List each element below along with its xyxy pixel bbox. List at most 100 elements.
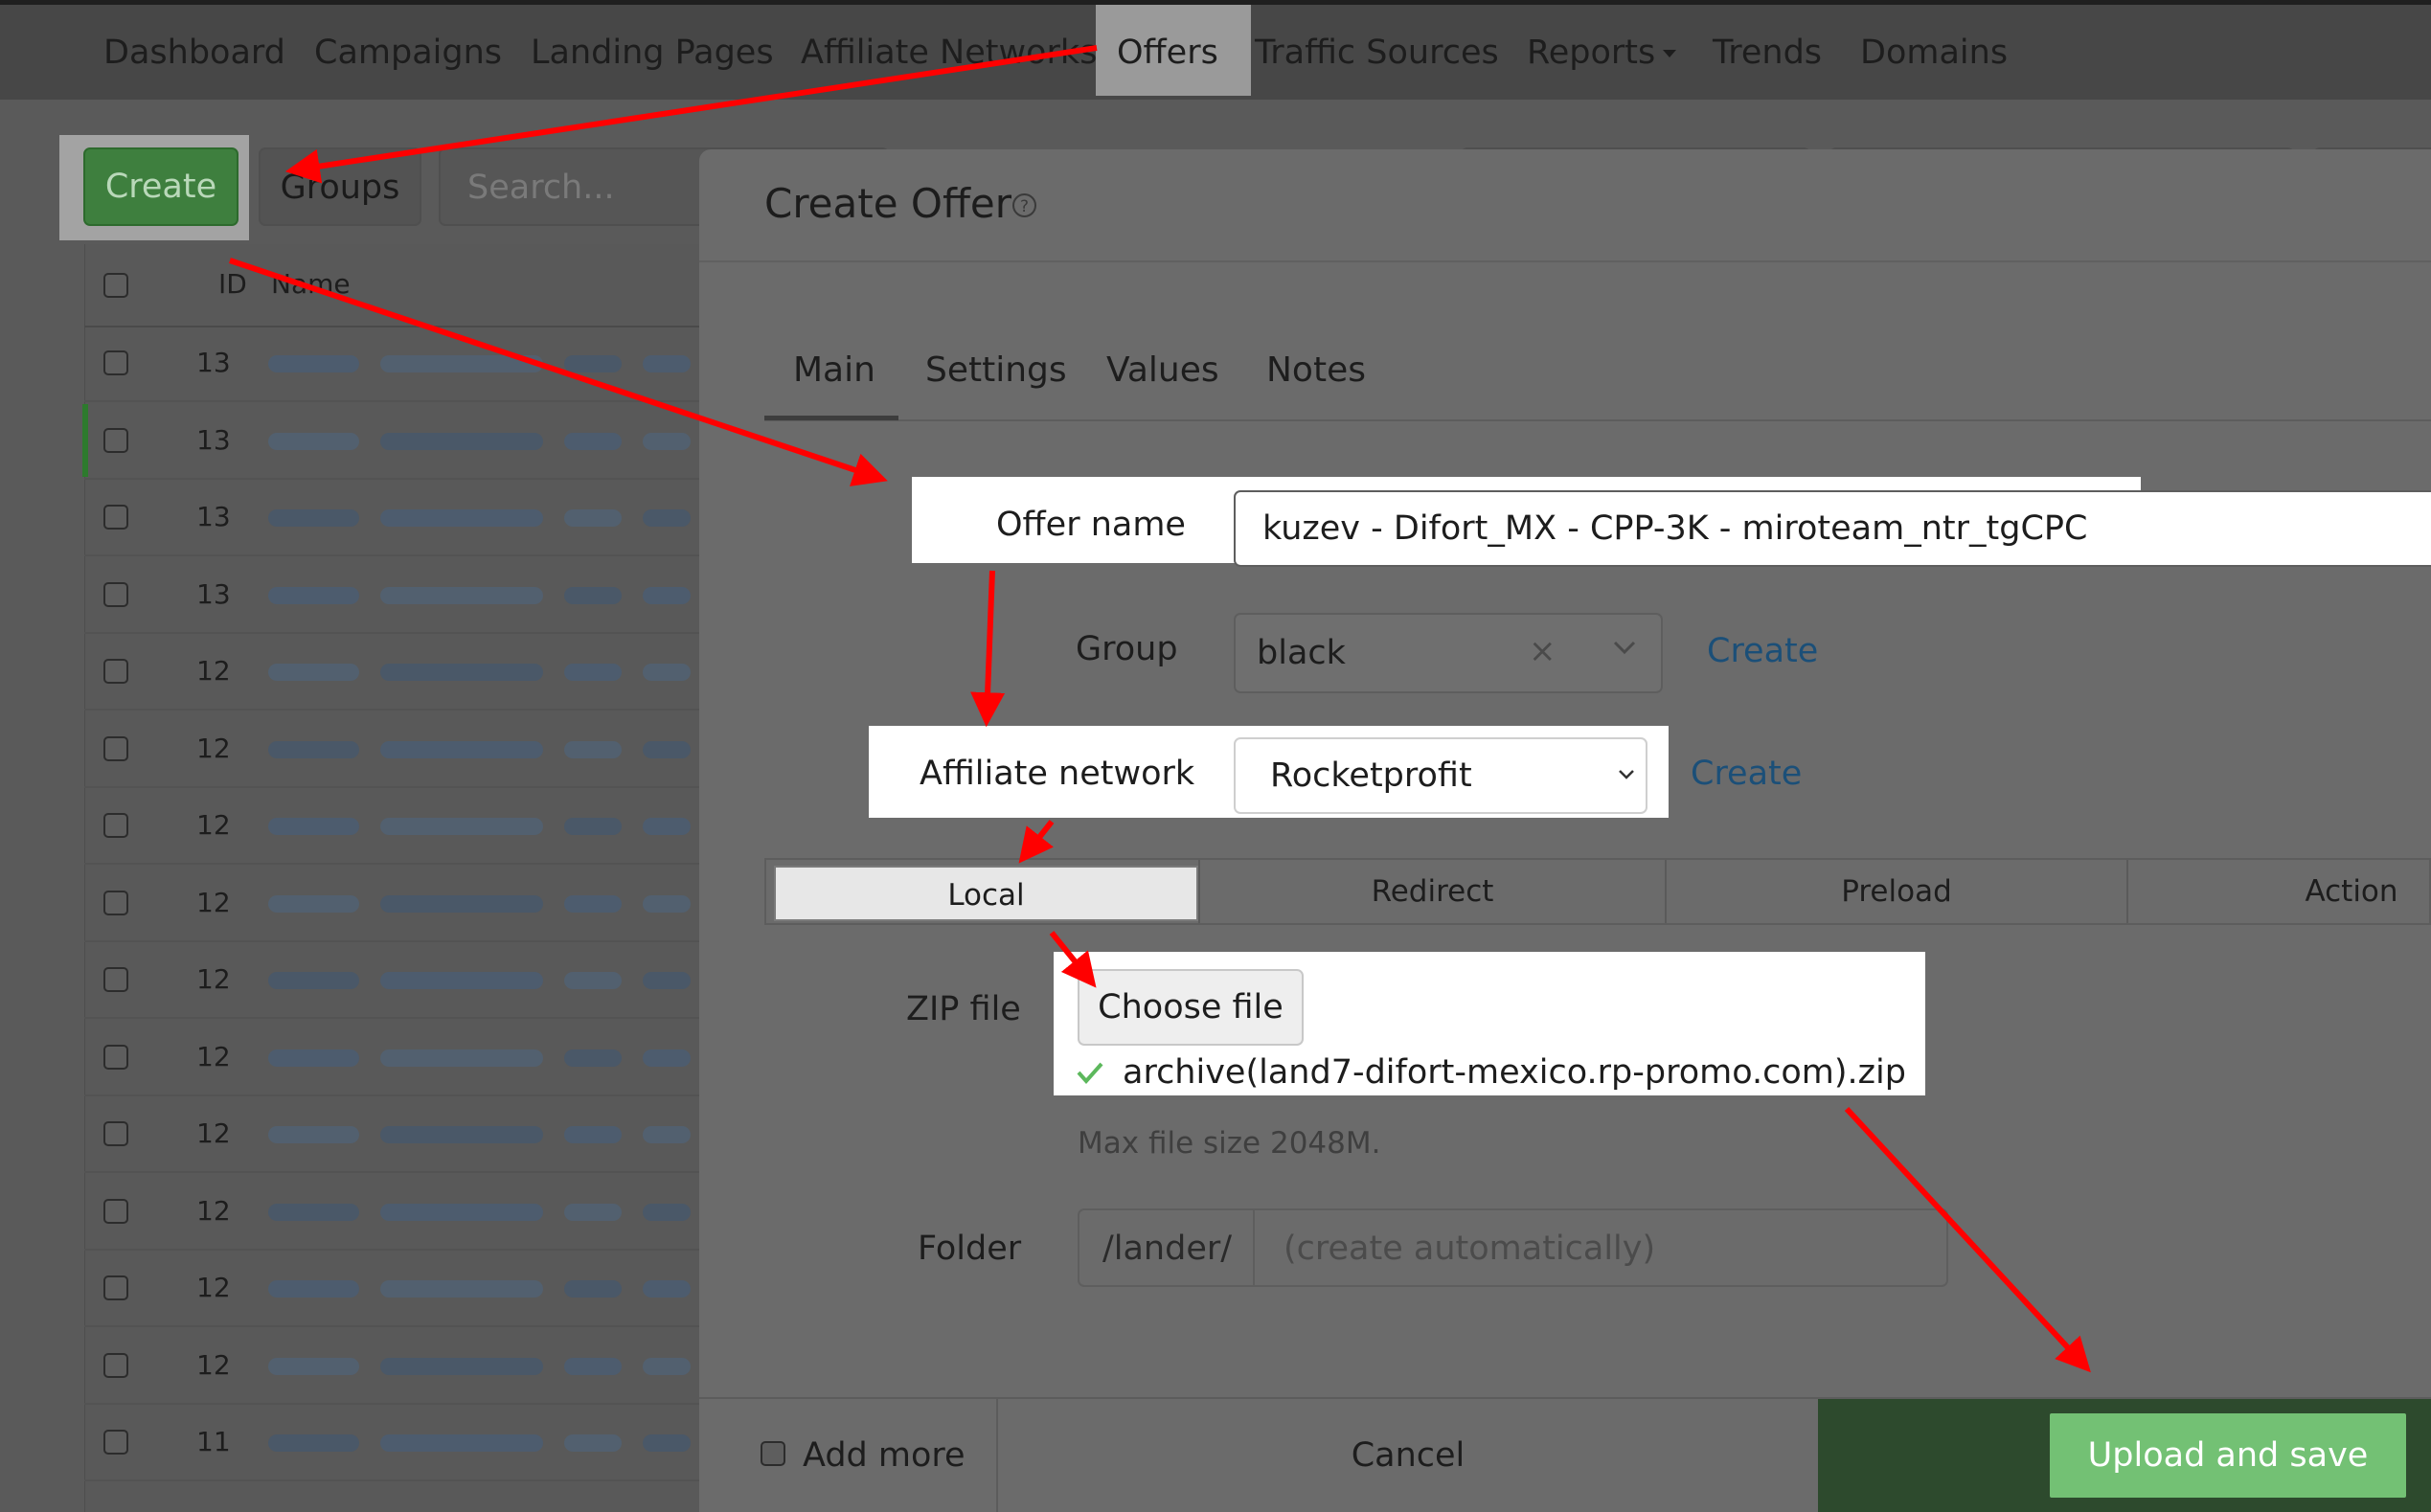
- blurred-offer-name: [268, 1204, 359, 1221]
- blurred-offer-name: [643, 509, 691, 527]
- tab-main[interactable]: Main: [793, 350, 875, 390]
- row-divider: [84, 400, 716, 402]
- nav-domains[interactable]: Domains: [1860, 5, 2008, 96]
- cancel-button[interactable]: Cancel: [998, 1399, 1818, 1512]
- max-file-size-hint: Max file size 2048M.: [1078, 1126, 1381, 1161]
- blurred-offer-name: [564, 972, 622, 989]
- row-checkbox[interactable]: [103, 428, 128, 453]
- blurred-offer-name: [268, 433, 359, 450]
- blurred-offer-name: [643, 972, 691, 989]
- row-checkbox[interactable]: [103, 1045, 128, 1070]
- row-checkbox[interactable]: [103, 1430, 128, 1455]
- blurred-offer-name: [268, 1280, 359, 1298]
- group-select[interactable]: black: [1234, 613, 1663, 693]
- question-circle-icon[interactable]: ?: [1012, 193, 1036, 217]
- blurred-offer-name: [564, 895, 622, 913]
- row-id: 12: [196, 1195, 231, 1227]
- blurred-offer-name: [380, 355, 543, 372]
- row-id: 12: [196, 1041, 231, 1072]
- offer-name-input[interactable]: kuzev - Difort_MX - CPP-3K - miroteam_nt…: [1234, 490, 2431, 567]
- nav-reports[interactable]: Reports: [1527, 5, 1677, 96]
- row-checkbox[interactable]: [103, 350, 128, 375]
- blurred-offer-name: [380, 1049, 543, 1067]
- chevron-down-icon[interactable]: [1611, 634, 1638, 661]
- nav-reports-label: Reports: [1527, 34, 1656, 72]
- clear-icon[interactable]: ×: [1529, 632, 1556, 670]
- row-id: 13: [196, 501, 231, 532]
- row-checkbox[interactable]: [103, 813, 128, 838]
- nav-offers[interactable]: Offers: [1096, 5, 1251, 96]
- nav-dashboard[interactable]: Dashboard: [103, 5, 285, 96]
- group-create-link[interactable]: Create: [1707, 632, 1818, 670]
- add-more-checkbox[interactable]: [761, 1441, 785, 1466]
- row-id: 12: [196, 809, 231, 841]
- blurred-offer-name: [380, 1280, 543, 1298]
- affiliate-network-select[interactable]: Rocketprofit: [1234, 737, 1647, 814]
- row-id: 12: [196, 887, 231, 918]
- blurred-offer-name: [380, 741, 543, 758]
- choose-file-button[interactable]: Choose file: [1078, 969, 1304, 1046]
- blurred-offer-name: [268, 741, 359, 758]
- folder-input[interactable]: (create automatically): [1253, 1208, 1948, 1287]
- tab-values[interactable]: Values: [1106, 350, 1219, 390]
- type-tab-action[interactable]: Action: [2128, 858, 2431, 925]
- blurred-offer-name: [268, 664, 359, 681]
- blurred-offer-name: [380, 433, 543, 450]
- type-tab-preload[interactable]: Preload: [1667, 858, 2126, 925]
- blurred-offer-name: [643, 1280, 691, 1298]
- row-id: 12: [196, 1117, 231, 1149]
- row-checkbox[interactable]: [103, 582, 128, 607]
- blurred-offer-name: [380, 1434, 543, 1452]
- select-chevron-icon: [1617, 764, 1636, 783]
- nav-traffic-sources[interactable]: Traffic Sources: [1255, 5, 1499, 96]
- blurred-offer-name: [564, 664, 622, 681]
- blurred-offer-name: [380, 818, 543, 835]
- row-id: 12: [196, 655, 231, 687]
- row-checkbox[interactable]: [103, 736, 128, 761]
- affiliate-network-value: Rocketprofit: [1270, 756, 1472, 795]
- row-divider: [84, 1325, 716, 1327]
- row-checkbox[interactable]: [103, 505, 128, 530]
- nav-affiliate-networks[interactable]: Affiliate Networks: [801, 5, 1097, 96]
- create-offer-button[interactable]: Create: [83, 147, 239, 226]
- nav-landing-pages[interactable]: Landing Pages: [531, 5, 774, 96]
- tabs-divider: [764, 419, 2431, 421]
- nav-campaigns[interactable]: Campaigns: [314, 5, 502, 96]
- upload-and-save-button[interactable]: Upload and save: [2050, 1413, 2406, 1498]
- row-divider: [84, 1017, 716, 1019]
- blurred-offer-name: [564, 1049, 622, 1067]
- blurred-offer-name: [564, 433, 622, 450]
- blurred-offer-name: [564, 1358, 622, 1375]
- checkmark-icon: [1075, 1057, 1105, 1088]
- add-more-label[interactable]: Add more: [803, 1436, 966, 1475]
- row-checkbox[interactable]: [103, 1121, 128, 1146]
- blurred-offer-name: [268, 818, 359, 835]
- row-checkbox[interactable]: [103, 967, 128, 992]
- row-checkbox[interactable]: [103, 1275, 128, 1300]
- blurred-offer-name: [564, 741, 622, 758]
- row-checkbox[interactable]: [103, 1199, 128, 1224]
- row-id: 13: [196, 578, 231, 610]
- blurred-offer-name: [268, 1358, 359, 1375]
- blurred-offer-name: [643, 433, 691, 450]
- groups-button[interactable]: Groups: [259, 147, 421, 226]
- row-checkbox[interactable]: [103, 891, 128, 915]
- row-id: 12: [196, 1272, 231, 1303]
- blurred-offer-name: [564, 818, 622, 835]
- nav-trends[interactable]: Trends: [1713, 5, 1822, 96]
- row-checkbox[interactable]: [103, 1353, 128, 1378]
- blurred-offer-name: [380, 587, 543, 604]
- affiliate-network-create-link[interactable]: Create: [1691, 755, 1802, 793]
- tab-settings[interactable]: Settings: [925, 350, 1067, 390]
- type-tab-redirect[interactable]: Redirect: [1200, 858, 1665, 925]
- folder-prefix: /lander/: [1078, 1208, 1255, 1287]
- row-divider: [84, 554, 716, 556]
- type-tab-local[interactable]: Local: [774, 866, 1198, 921]
- row-id: 13: [196, 424, 231, 456]
- row-id: 12: [196, 1349, 231, 1381]
- blurred-offer-name: [268, 895, 359, 913]
- tab-notes[interactable]: Notes: [1266, 350, 1366, 390]
- select-all-checkbox[interactable]: [103, 273, 128, 298]
- blurred-offer-name: [564, 1126, 622, 1143]
- row-checkbox[interactable]: [103, 659, 128, 684]
